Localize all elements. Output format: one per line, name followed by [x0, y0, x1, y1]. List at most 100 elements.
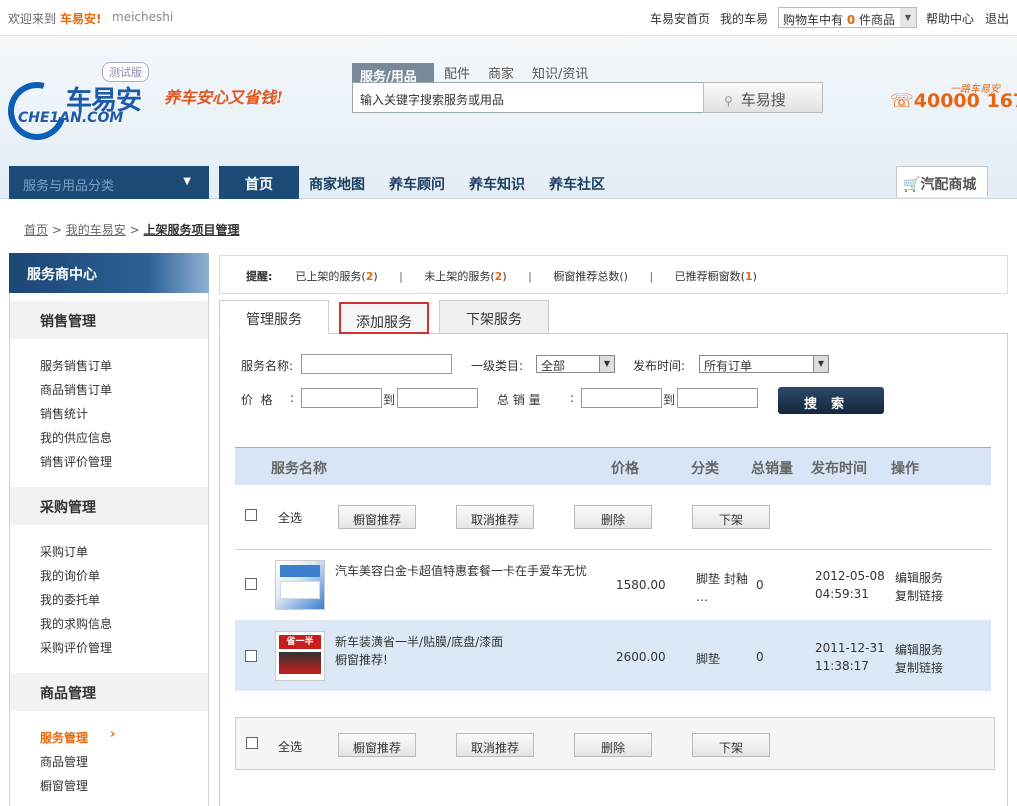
- tab-add-service[interactable]: 添加服务: [339, 302, 429, 334]
- unlist-button-bottom[interactable]: 下架: [692, 733, 770, 757]
- nav-home[interactable]: 首页: [219, 166, 299, 199]
- select-all-checkbox[interactable]: [245, 509, 257, 521]
- chevron-down-icon: ▼: [813, 356, 828, 372]
- select-all-checkbox-bottom[interactable]: [246, 737, 258, 749]
- nav-merchant-map[interactable]: 商家地图: [309, 166, 365, 199]
- filter-price-to: 到: [383, 393, 396, 407]
- recommend-button-bottom[interactable]: 橱窗推荐: [338, 733, 416, 757]
- reminder-listed-count: 2: [365, 270, 374, 283]
- filter-name-label: 服务名称:: [241, 359, 294, 373]
- tab-unlisted-services[interactable]: 下架服务: [439, 300, 549, 334]
- reminder-showcase-total: 橱窗推荐总数: [553, 270, 620, 283]
- reminder-bar: 提醒: 已上架的服务(2) | 未上架的服务(2) | 橱窗推荐总数() | 已…: [219, 255, 1008, 294]
- filter-price-colon: :: [290, 391, 295, 405]
- row-service-name[interactable]: 新车装潢省一半/贴膜/底盘/漆面: [335, 633, 503, 650]
- sidebar-item-showcase-mgmt[interactable]: 橱窗管理: [40, 777, 88, 794]
- col-date: 发布时间: [811, 461, 867, 477]
- sidebar-item-inquiries[interactable]: 我的询价单: [40, 567, 100, 584]
- category-dropdown[interactable]: 服务与用品分类 ▼: [9, 166, 209, 199]
- breadcrumb-home[interactable]: 首页: [24, 223, 48, 237]
- cancel-recommend-button[interactable]: 取消推荐: [456, 505, 534, 529]
- sidebar-item-supply-info[interactable]: 我的供应信息: [40, 429, 112, 446]
- category-dropdown-label: 服务与用品分类: [23, 179, 115, 194]
- filter-sales-min[interactable]: [581, 388, 662, 408]
- col-service-name: 服务名称: [271, 461, 327, 477]
- row-sales: 0: [756, 650, 764, 664]
- filter-price-min[interactable]: [301, 388, 382, 408]
- cart-prefix: 购物车中有: [783, 13, 844, 27]
- delete-button[interactable]: 删除: [574, 505, 652, 529]
- breadcrumb: 首页 > 我的车易安 > 上架服务项目管理: [24, 221, 239, 238]
- sidebar-item-sales-reviews[interactable]: 销售评价管理: [40, 453, 112, 470]
- cart-dropdown[interactable]: 购物车中有 0 件商品 ▼: [778, 7, 917, 28]
- delete-button-bottom[interactable]: 删除: [574, 733, 652, 757]
- search-button[interactable]: ⚲ 车易搜: [703, 82, 823, 113]
- filter-price-label: 价 格: [241, 393, 273, 407]
- reminder-showcase-used: 已推荐橱窗数: [674, 270, 741, 283]
- logout-link[interactable]: 退出: [985, 10, 1009, 27]
- recommend-button[interactable]: 橱窗推荐: [338, 505, 416, 529]
- top-bar: 欢迎来到 车易安! meicheshi 车易安首页 我的车易 购物车中有 0 件…: [0, 0, 1017, 36]
- phone-icon: ☏: [890, 90, 914, 112]
- sidebar-item-purchase-reviews[interactable]: 采购评价管理: [40, 639, 112, 656]
- my-link[interactable]: 我的车易: [720, 10, 768, 27]
- row-checkbox[interactable]: [245, 578, 257, 590]
- row-thumbnail[interactable]: [275, 560, 325, 610]
- row-thumbnail[interactable]: 省一半: [275, 631, 325, 681]
- sidebar-item-purchase-orders[interactable]: 采购订单: [40, 543, 88, 560]
- breadcrumb-my[interactable]: 我的车易安: [66, 223, 126, 237]
- filter-name-input[interactable]: [301, 354, 452, 374]
- sidebar-item-service-mgmt[interactable]: 服务管理: [40, 729, 88, 746]
- col-category: 分类: [691, 461, 719, 477]
- search-input[interactable]: 输入关键字搜索服务或用品: [352, 82, 704, 113]
- sidebar-item-commissions[interactable]: 我的委托单: [40, 591, 100, 608]
- nav-knowledge[interactable]: 养车知识: [469, 166, 525, 199]
- row-service-name[interactable]: 汽车美容白金卡超值特惠套餐一卡在手爱车无忧: [335, 562, 595, 579]
- unlist-button[interactable]: 下架: [692, 505, 770, 529]
- row-price: 2600.00: [616, 650, 666, 664]
- filter-sales-max[interactable]: [677, 388, 758, 408]
- row-edit-link[interactable]: 编辑服务: [895, 641, 943, 658]
- row-copy-link[interactable]: 复制链接: [895, 587, 943, 604]
- search-icon: ⚲: [724, 94, 733, 108]
- search-tab-knowledge[interactable]: 知识/资讯: [532, 63, 588, 82]
- sidebar-item-sales-stats[interactable]: 销售统计: [40, 405, 88, 422]
- slogan: 养车安心又省钱!: [164, 88, 284, 107]
- row-time: 04:59:31: [815, 587, 869, 601]
- tab-manage-services[interactable]: 管理服务: [219, 300, 329, 334]
- search-tab-parts[interactable]: 配件: [444, 63, 470, 82]
- breadcrumb-current[interactable]: 上架服务项目管理: [143, 223, 239, 237]
- filter-search-button[interactable]: 搜索: [778, 387, 884, 414]
- sidebar-item-wanted[interactable]: 我的求购信息: [40, 615, 112, 632]
- filter-time-select[interactable]: 所有订单 ▼: [699, 355, 829, 373]
- reminder-label: 提醒:: [246, 270, 273, 283]
- home-link[interactable]: 车易安首页: [650, 10, 710, 27]
- col-price: 价格: [611, 461, 639, 477]
- row-copy-link[interactable]: 复制链接: [895, 659, 943, 676]
- row-category: 脚垫 封釉 …: [696, 572, 748, 604]
- search-button-label: 车易搜: [740, 91, 786, 109]
- table-row-highlighted: 省一半 新车装潢省一半/贴膜/底盘/漆面 橱窗推荐! 2600.00 脚垫 0 …: [235, 620, 991, 691]
- row-checkbox[interactable]: [245, 650, 257, 662]
- username: meicheshi: [112, 10, 174, 24]
- filter-price-max[interactable]: [397, 388, 478, 408]
- nav-advisor[interactable]: 养车顾问: [389, 166, 445, 199]
- phone-number: ☏40000 16712: [890, 90, 1017, 112]
- search-tab-merchants[interactable]: 商家: [488, 63, 514, 82]
- row-date: 2012-05-08: [815, 569, 885, 583]
- row-price: 1580.00: [616, 578, 666, 592]
- sidebar-item-goods-mgmt[interactable]: 商品管理: [40, 753, 88, 770]
- help-link[interactable]: 帮助中心: [926, 10, 974, 27]
- sidebar-title: 服务商中心: [9, 253, 209, 293]
- mall-button[interactable]: 🛒汽配商城: [896, 166, 988, 197]
- cart-suffix: 件商品: [859, 13, 896, 27]
- filter-category-select[interactable]: 全部 ▼: [536, 355, 615, 373]
- cancel-recommend-button-bottom[interactable]: 取消推荐: [456, 733, 534, 757]
- filter-time-label: 发布时间:: [633, 359, 686, 373]
- sidebar-section-sales: 销售管理: [10, 301, 208, 339]
- row-edit-link[interactable]: 编辑服务: [895, 569, 943, 586]
- sidebar-item-product-orders[interactable]: 商品销售订单: [40, 381, 112, 398]
- nav-community[interactable]: 养车社区: [549, 166, 605, 199]
- sidebar-item-service-orders[interactable]: 服务销售订单: [40, 357, 112, 374]
- sidebar-section-goods: 商品管理: [10, 673, 208, 711]
